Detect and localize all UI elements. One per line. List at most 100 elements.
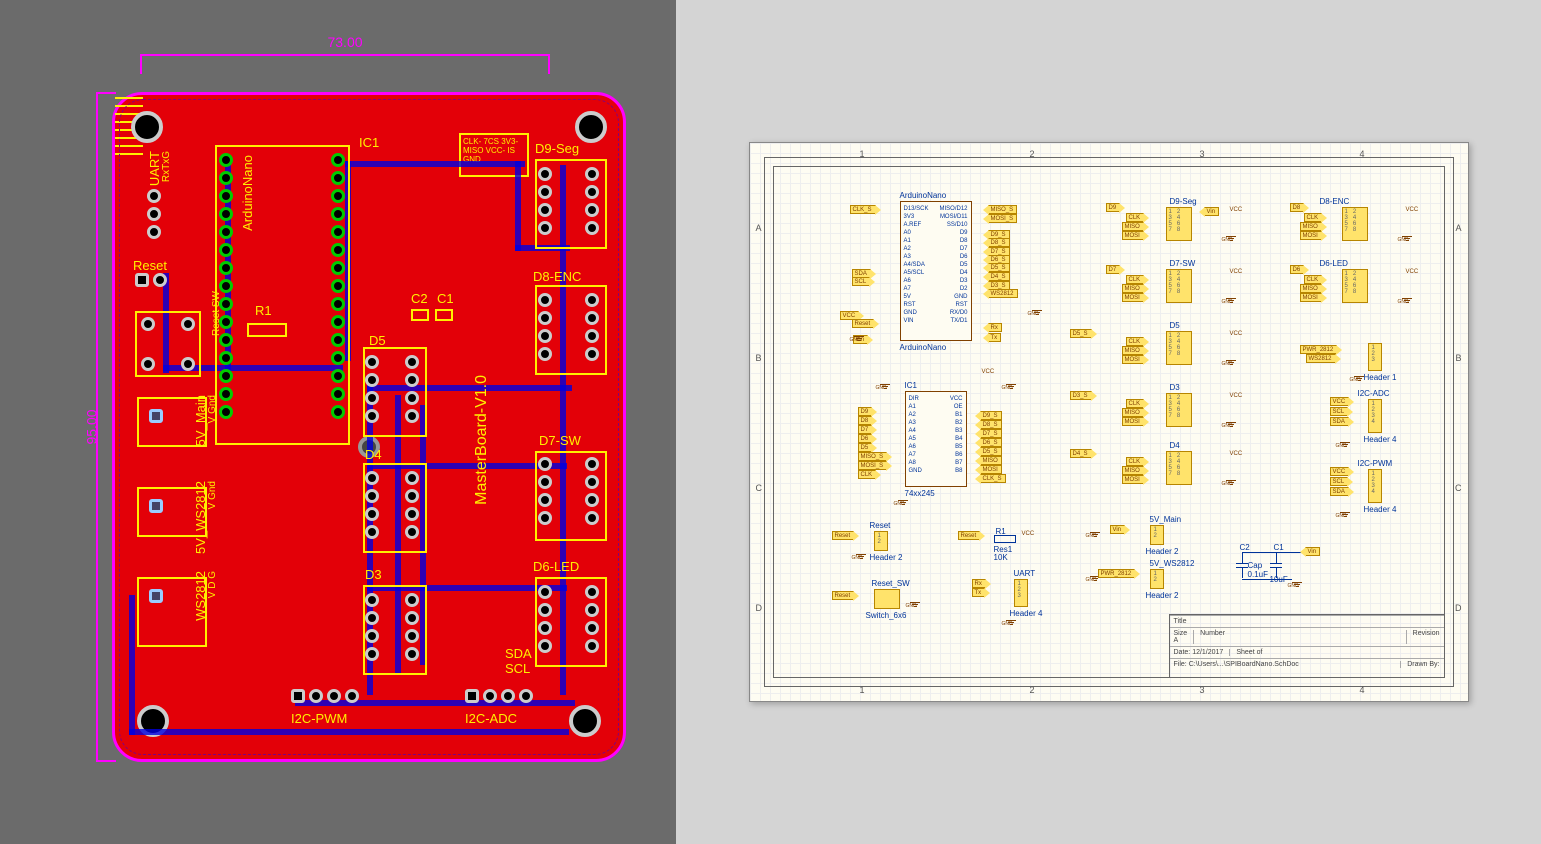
tb-title: Title [1174, 618, 1187, 625]
d5-pads2[interactable] [405, 355, 419, 423]
i2c-adc-title: I2C-ADC [1358, 389, 1390, 398]
i2c-adc-header[interactable]: 1234 [1368, 399, 1382, 433]
i2c-pwm-pads[interactable] [291, 689, 359, 703]
d8-pads2[interactable] [585, 293, 599, 361]
mounting-hole [575, 111, 607, 143]
arduino-pins-right: MISO/D12 MOSI/D11 SS/D10 D9 D8 D7 D6 D5 … [939, 205, 967, 325]
c1-label: C1 [437, 291, 454, 306]
gnd-symbol: GND [1226, 291, 1236, 299]
vgnd2-label: V Gnd [207, 481, 218, 509]
gnd-symbol: GND [1292, 575, 1302, 583]
c1-ref: C1 [1274, 543, 1284, 552]
d7-pads[interactable] [538, 457, 552, 525]
gnd-symbol: GND [1006, 377, 1016, 385]
schematic-view[interactable]: 1 2 3 4 1 2 3 4 A B C D A B C D ArduinoN… [676, 0, 1541, 844]
ws-header[interactable]: 123 [1368, 343, 1382, 371]
net-mosi: MOSI [1122, 293, 1144, 302]
net-reset: Reset [958, 531, 981, 540]
d6led-header[interactable]: 1 23 45 67 8 [1342, 269, 1368, 303]
gnd-symbol: GND [1226, 229, 1236, 237]
d3-pads2[interactable] [405, 593, 419, 661]
d6-pads2[interactable] [585, 585, 599, 653]
d5-pads[interactable] [365, 355, 379, 423]
header2c-sub: Header 2 [1146, 591, 1179, 600]
net-mosi-s: MOSI_S [988, 214, 1018, 223]
zone-label: 2 [1030, 685, 1035, 695]
d5-header[interactable]: 1 23 45 67 8 [1166, 331, 1192, 365]
d4-pads2[interactable] [405, 471, 419, 539]
switch-sub: Switch_6x6 [866, 611, 907, 620]
d8-pads[interactable] [538, 293, 552, 361]
ic1-chip[interactable]: DIR A1 A2 A3 A4 A5 A6 A7 A8 GND VCC OE B… [905, 391, 967, 487]
vcc-label: VCC [1406, 207, 1419, 213]
d9-pads2[interactable] [585, 167, 599, 235]
d3-header[interactable]: 1 23 45 67 8 [1166, 393, 1192, 427]
zone-label: A [756, 223, 762, 233]
schematic-sheet[interactable]: 1 2 3 4 1 2 3 4 A B C D A B C D ArduinoN… [749, 142, 1469, 702]
d4-header[interactable]: 1 23 45 67 8 [1166, 451, 1192, 485]
net-reset: Reset [832, 531, 855, 540]
uart-title: UART [1014, 569, 1036, 578]
net-clk: CLK [1126, 213, 1145, 222]
ws5v-header[interactable]: 12 [1150, 569, 1164, 589]
vdg-label: V D G [207, 571, 218, 598]
board-title: MasterBoard-V1.0 [473, 375, 491, 505]
arduino-pads-left[interactable] [219, 153, 233, 419]
arduino-pads-right[interactable] [331, 153, 345, 419]
gnd-symbol: GND [856, 547, 866, 555]
tb-drawn: Drawn By: [1407, 661, 1439, 668]
resetsw-switch[interactable] [874, 589, 900, 609]
uart-header[interactable]: 123 [1014, 579, 1028, 607]
uart-pads[interactable] [147, 189, 161, 239]
scl-label: SCL [505, 661, 530, 676]
i2c-pwm-header[interactable]: 1234 [1368, 469, 1382, 503]
zone-label: 1 [860, 149, 865, 159]
d8enc-header[interactable]: 1 23 45 67 8 [1342, 207, 1368, 241]
d3-label: D3 [365, 567, 382, 582]
net-d3s: D3_S [1070, 391, 1092, 400]
gnd-symbol: GND [1354, 369, 1364, 377]
vcc-label: VCC [1406, 269, 1419, 275]
main5v-title: 5V_Main [1150, 515, 1182, 524]
r1-sym[interactable] [994, 535, 1016, 543]
d9seg-header[interactable]: 1 23 45 67 8 [1166, 207, 1192, 241]
zone-label: D [1455, 603, 1462, 613]
tb-file-v: C:\Users\...\SPIBoardNano.SchDoc [1189, 661, 1299, 668]
ic1-title: IC1 [905, 381, 917, 390]
net-d8: D8 [1290, 203, 1305, 212]
r1-val: 10K [994, 553, 1008, 562]
main5v-header[interactable]: 12 [1150, 525, 1164, 545]
net-d8: D8 [858, 416, 873, 425]
d8-label: D8-ENC [533, 269, 581, 284]
d4-pads[interactable] [365, 471, 379, 539]
net-d5s: D5_S [980, 447, 1002, 456]
header4a-sub: Header 4 [1364, 435, 1397, 444]
net-mosi: MOSI [1300, 231, 1322, 240]
d9seg-title: D9-Seg [1170, 197, 1197, 206]
uart-label: UART [147, 151, 162, 186]
arduino-sub: ArduinoNano [900, 343, 947, 352]
net-sda: SDA [1330, 487, 1349, 496]
vgnd1-label: V Gnd [207, 395, 218, 423]
gnd-symbol: GND [1340, 505, 1350, 513]
d7-pads2[interactable] [585, 457, 599, 525]
d7-label: D7-SW [539, 433, 581, 448]
d3-pads[interactable] [365, 593, 379, 661]
pcb-board[interactable]: CLK- 7CS 3V3- MISO VCC- IS GND ArduinoNa… [112, 92, 626, 762]
d6-pads[interactable] [538, 585, 552, 653]
d7sw-title: D7-SW [1170, 259, 1196, 268]
arduino-chip[interactable]: D13/SCK 3V3 A.REF A0 A1 A2 A3 A4/SDA A5/… [900, 201, 972, 341]
net-vin: Vin [1305, 547, 1321, 556]
d7sw-header[interactable]: 1 23 45 67 8 [1166, 269, 1192, 303]
net-d9s: D9_S [980, 411, 1002, 420]
net-d9: D9 [858, 407, 873, 416]
net-vcc: VCC [1330, 397, 1350, 406]
net-mosi: MOSI [1300, 293, 1322, 302]
pcb-view[interactable]: 73.00 95.00 CLK- 7CS 3V3- MISO VCC- IS G… [0, 0, 676, 844]
reset-pads[interactable] [135, 273, 167, 287]
net-d8s: D8_S [980, 420, 1002, 429]
reset-header[interactable]: 12 [874, 531, 888, 551]
d9-pads[interactable] [538, 167, 552, 235]
i2c-adc-pads[interactable] [465, 689, 533, 703]
d3-title: D3 [1170, 383, 1180, 392]
